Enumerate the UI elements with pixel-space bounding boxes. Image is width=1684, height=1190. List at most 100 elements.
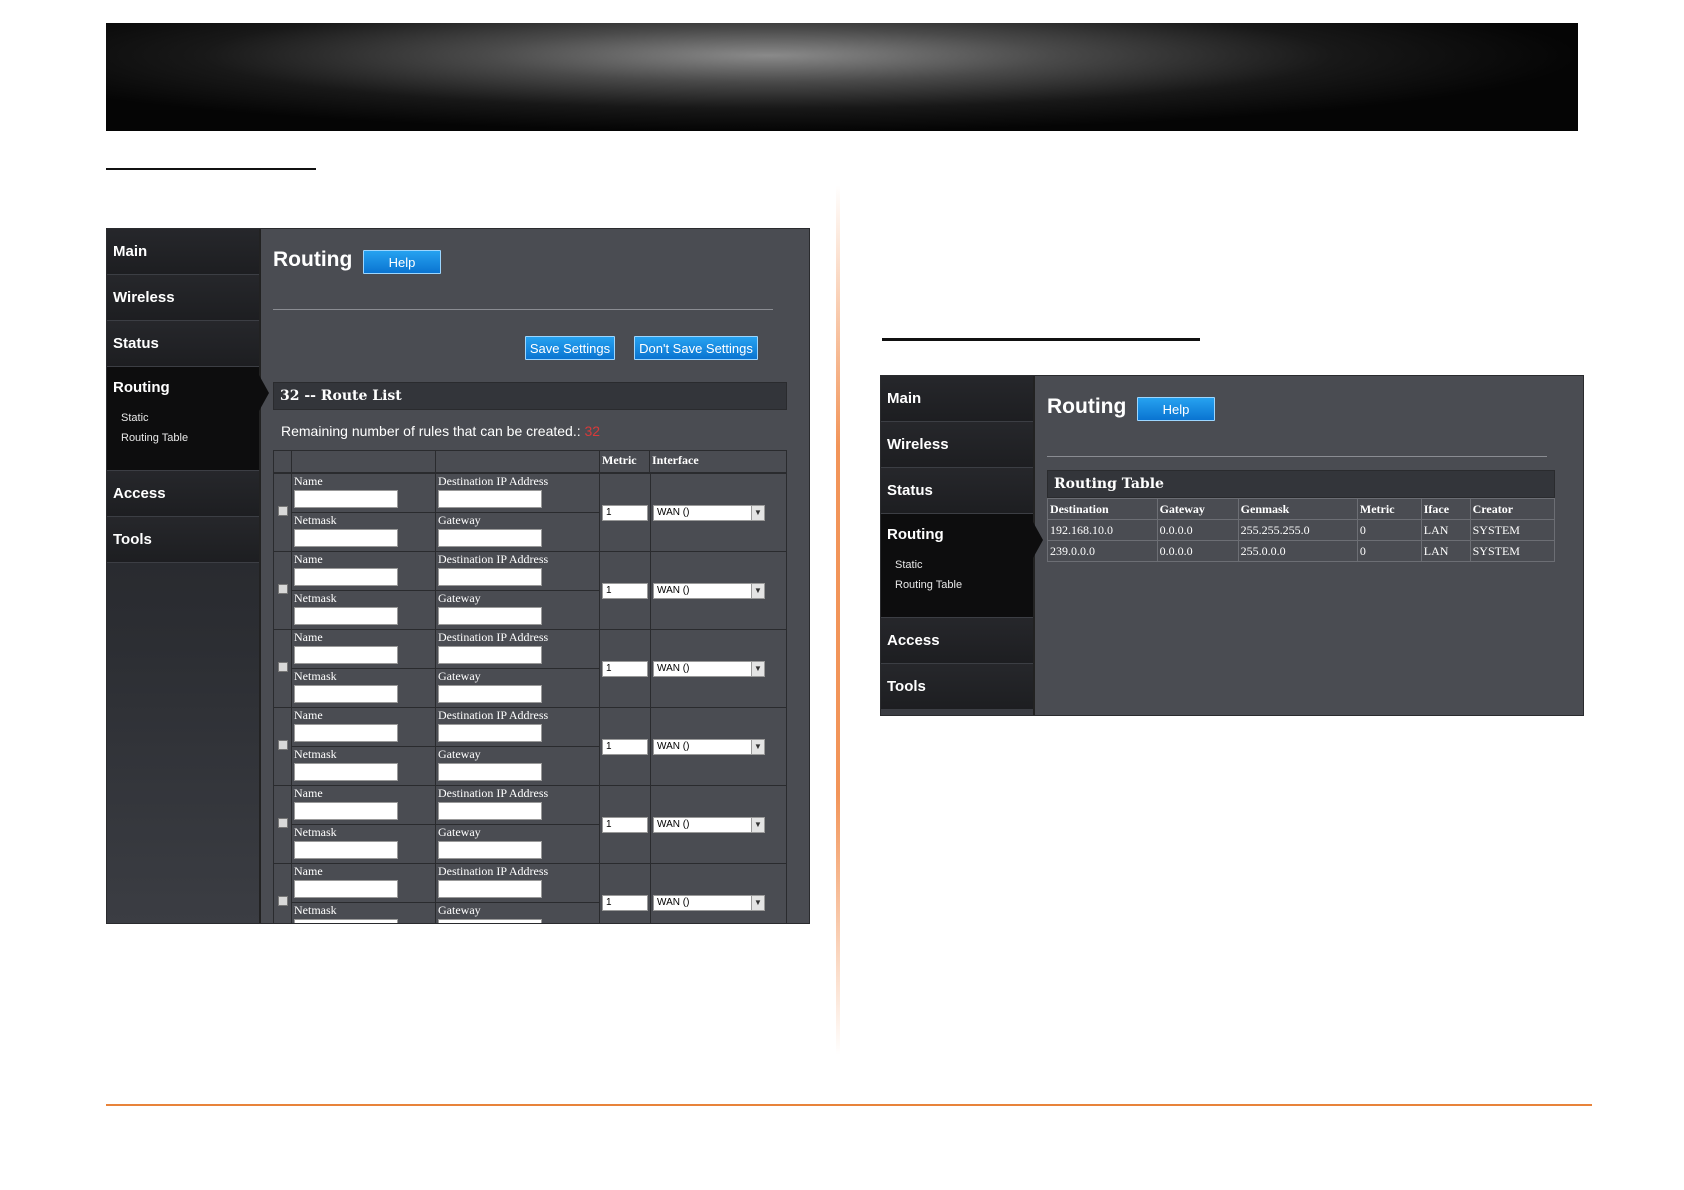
route-gateway-input[interactable] [438, 607, 542, 625]
route-enable-checkbox[interactable] [277, 506, 288, 516]
nav-item-status[interactable]: Status [881, 468, 1033, 514]
nav-item-routing[interactable]: Routing Static Routing Table [107, 367, 269, 471]
route-metric-input[interactable]: 1 [602, 583, 648, 599]
nav-sub-routing-table[interactable]: Routing Table [895, 579, 962, 591]
chevron-down-icon[interactable]: ▼ [751, 895, 764, 910]
route-name-input[interactable] [294, 880, 398, 898]
page-title: Routing [273, 248, 353, 271]
route-name-input[interactable] [294, 646, 398, 664]
chevron-down-icon[interactable]: ▼ [751, 817, 764, 832]
route-enable-checkbox[interactable] [277, 818, 288, 828]
nav-item-access[interactable]: Access [107, 471, 259, 517]
route-gateway-input[interactable] [438, 763, 542, 781]
route-destination-input[interactable] [438, 802, 542, 820]
chevron-down-icon[interactable]: ▼ [751, 583, 764, 598]
nav-sub-static[interactable]: Static [121, 412, 149, 424]
route-destination-input[interactable] [438, 490, 542, 508]
route-netmask-input[interactable] [294, 841, 398, 859]
route-gateway-field: Gateway [436, 669, 599, 707]
nav-item-tools[interactable]: Tools [107, 517, 259, 563]
route-interface-select[interactable]: WAN () ▼ [653, 738, 765, 755]
route-enable-checkbox[interactable] [277, 896, 288, 906]
route-metric-input[interactable]: 1 [602, 895, 648, 911]
route-destination-input[interactable] [438, 646, 542, 664]
route-gateway-input[interactable] [438, 685, 542, 703]
route-metric-input[interactable]: 1 [602, 739, 648, 755]
route-gateway-label: Gateway [438, 747, 481, 761]
route-interface-select[interactable]: WAN () ▼ [653, 816, 765, 833]
route-destination-input[interactable] [438, 568, 542, 586]
nav-item-wireless[interactable]: Wireless [107, 275, 259, 321]
route-metric-input[interactable]: 1 [602, 505, 648, 521]
route-gateway-field: Gateway [436, 747, 599, 785]
nav-item-wireless[interactable]: Wireless [881, 422, 1033, 468]
route-gateway-input[interactable] [438, 841, 542, 859]
section-rule-right [882, 338, 1200, 341]
dont-save-settings-button[interactable]: Don't Save Settings [634, 336, 758, 360]
route-netmask-label: Netmask [294, 513, 337, 527]
route-destination-cell: Destination IP Address [435, 551, 600, 591]
route-destination-label: Destination IP Address [438, 474, 549, 488]
route-row: Name Destination IP Address 1 WAN () ▼ [273, 629, 787, 708]
nav-item-status[interactable]: Status [107, 321, 259, 367]
header-banner [106, 23, 1578, 131]
route-netmask-label: Netmask [294, 825, 337, 839]
nav-item-access[interactable]: Access [881, 618, 1033, 664]
route-gateway-cell: Gateway [435, 824, 600, 864]
save-settings-button[interactable]: Save Settings [525, 336, 615, 360]
route-destination-input[interactable] [438, 724, 542, 742]
table-cell: 0 [1356, 540, 1422, 562]
route-gateway-cell: Gateway [435, 590, 600, 630]
route-metric-cell: 1 [599, 473, 651, 552]
route-name-input[interactable] [294, 568, 398, 586]
route-netmask-input[interactable] [294, 607, 398, 625]
page-title: Routing [1047, 395, 1127, 418]
route-enable-checkbox[interactable] [277, 740, 288, 750]
route-metric-input[interactable]: 1 [602, 661, 648, 677]
route-checkbox-cell [273, 551, 292, 630]
route-interface-select[interactable]: WAN () ▼ [653, 582, 765, 599]
route-netmask-input[interactable] [294, 763, 398, 781]
route-checkbox-cell [273, 629, 292, 708]
route-destination-input[interactable] [438, 880, 542, 898]
nav-sub-routing-table[interactable]: Routing Table [121, 432, 188, 444]
route-netmask-field: Netmask [292, 513, 435, 551]
route-metric-input[interactable]: 1 [602, 817, 648, 833]
route-interface-select[interactable]: WAN () ▼ [653, 504, 765, 521]
route-netmask-input[interactable] [294, 529, 398, 547]
route-name-input[interactable] [294, 490, 398, 508]
help-button[interactable]: Help [1137, 397, 1215, 421]
route-enable-checkbox[interactable] [277, 584, 288, 594]
chevron-down-icon[interactable]: ▼ [751, 505, 764, 520]
route-destination-cell: Destination IP Address [435, 707, 600, 747]
route-interface-cell: WAN () ▼ [650, 785, 787, 864]
nav-item-tools[interactable]: Tools [881, 664, 1033, 710]
route-netmask-input[interactable] [294, 919, 398, 923]
route-interface-cell: WAN () ▼ [650, 473, 787, 552]
route-row: Name Destination IP Address 1 WAN () ▼ [273, 551, 787, 630]
route-name-input[interactable] [294, 724, 398, 742]
route-checkbox-cell [273, 863, 292, 923]
chevron-down-icon[interactable]: ▼ [751, 661, 764, 676]
route-netmask-cell: Netmask [291, 746, 436, 786]
table-cell: 0.0.0.0 [1156, 519, 1239, 541]
route-checkbox-cell [273, 785, 292, 864]
route-interface-select[interactable]: WAN () ▼ [653, 894, 765, 911]
route-row: Name Destination IP Address 1 WAN () ▼ [273, 785, 787, 864]
route-metric-cell: 1 [599, 707, 651, 786]
route-gateway-input[interactable] [438, 529, 542, 547]
route-enable-checkbox[interactable] [277, 662, 288, 672]
nav-item-main[interactable]: Main [881, 376, 1033, 422]
route-name-input[interactable] [294, 802, 398, 820]
route-gateway-input[interactable] [438, 919, 542, 923]
table-row: 239.0.0.0 0.0.0.0 255.0.0.0 0 LAN SYSTEM [1047, 540, 1556, 562]
nav-item-routing[interactable]: Routing Static Routing Table [881, 514, 1043, 618]
nav-item-main[interactable]: Main [107, 229, 259, 275]
chevron-down-icon[interactable]: ▼ [751, 739, 764, 754]
help-button[interactable]: Help [363, 250, 441, 274]
route-interface-select[interactable]: WAN () ▼ [653, 660, 765, 677]
nav-sub-static[interactable]: Static [895, 559, 923, 571]
routing-table-body: 192.168.10.0 0.0.0.0 255.255.255.0 0 LAN SYST… [1047, 519, 1556, 562]
route-netmask-input[interactable] [294, 685, 398, 703]
route-name-cell: Name [291, 629, 436, 669]
